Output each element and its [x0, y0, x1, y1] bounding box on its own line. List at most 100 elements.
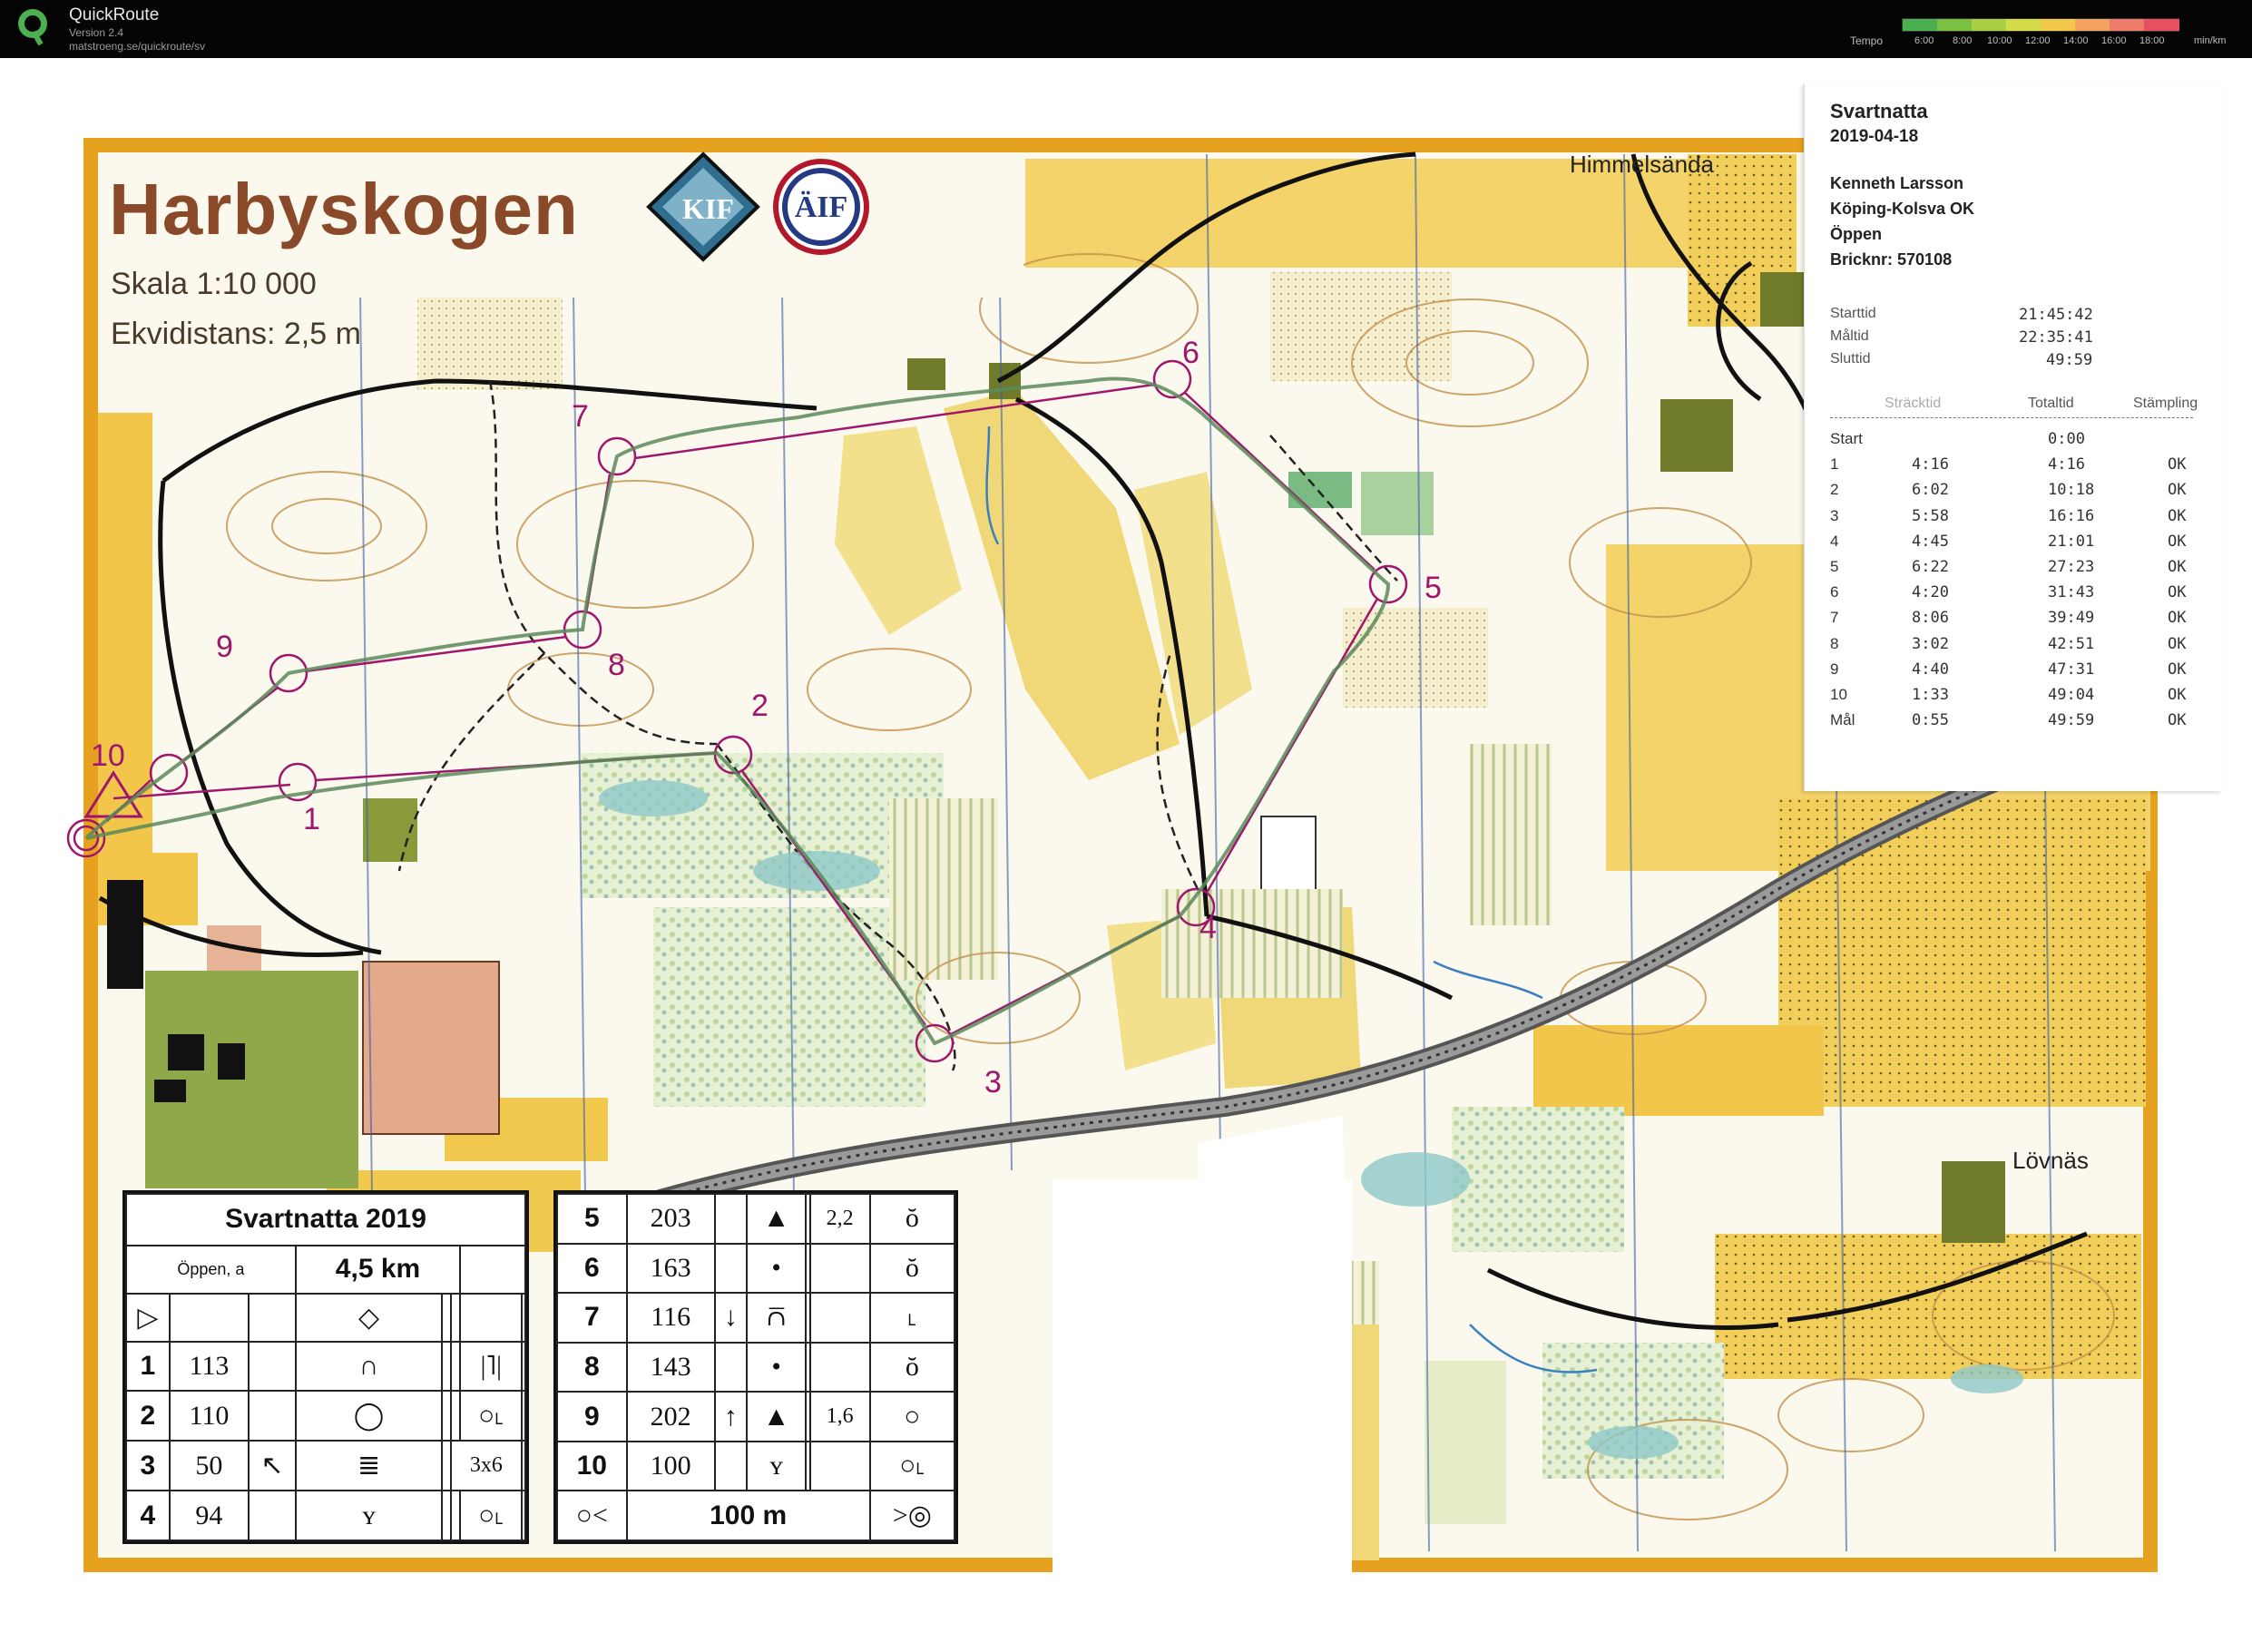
tempo-scale-segment	[2110, 19, 2145, 31]
desc-control-code: 116	[625, 1292, 716, 1344]
aif-logo-text: ÄIF	[794, 191, 848, 224]
desc-direction-symbol: ↑	[713, 1391, 748, 1442]
slip-total-time: 4:16	[2048, 455, 2085, 474]
desc-location-symbol: ŏ	[868, 1242, 956, 1295]
slip-control: 6	[1830, 583, 1839, 601]
desc-location-symbol: ˪	[868, 1292, 956, 1344]
tempo-scale-segment	[1937, 19, 1973, 31]
slip-control: Start	[1830, 430, 1863, 447]
slip-status: OK	[2168, 506, 2187, 525]
slip-club: Köping-Kolsva OK	[1830, 200, 1975, 218]
tempo-tick: 16:00	[2101, 35, 2127, 46]
desc-control-code: 143	[625, 1341, 716, 1393]
orienteering-map[interactable]: Harbyskogen KIF ÄIF Skala 1:10 000 Ekvid…	[0, 58, 2252, 1652]
slip-class: Öppen	[1830, 225, 1882, 243]
desc-location-symbol: ○˪	[459, 1390, 524, 1442]
slip-status: OK	[2168, 532, 2187, 551]
slip-leg-time: 4:45	[1912, 532, 1949, 551]
finish-circle-icon: >◎	[868, 1490, 956, 1541]
slip-status: OK	[2168, 711, 2187, 730]
slip-leg-time: 0:55	[1912, 711, 1949, 730]
slip-leg-time: 6:02	[1912, 481, 1949, 500]
tempo-scale-segment	[1972, 19, 2007, 31]
desc-control-code: 163	[625, 1242, 716, 1295]
desc-feature-symbol: ∩	[294, 1340, 444, 1393]
tempo-color-scale	[1902, 18, 2179, 32]
app-header: QuickRoute Version 2.4 matstroeng.se/qui…	[0, 0, 2252, 58]
slip-starttid-label: Starttid	[1830, 306, 1876, 321]
slip-maltid-label: Måltid	[1830, 328, 1869, 344]
control-number: 9	[216, 630, 233, 664]
slip-maltid: 22:35:41	[2019, 328, 2093, 347]
desc-control-number: 10	[556, 1440, 628, 1492]
map-contour-interval: Ekvidistans: 2,5 m	[111, 317, 361, 351]
desc-dimension: 1,6	[808, 1391, 871, 1442]
tempo-tick: 18:00	[2139, 35, 2165, 46]
desc-control-code: 50	[168, 1440, 250, 1492]
kif-logo-text: KIF	[682, 192, 734, 225]
slip-leg-time: 5:58	[1912, 506, 1949, 525]
slip-leg-time: 4:40	[1912, 660, 1949, 679]
slip-control: 1	[1830, 455, 1839, 474]
desc-control-number: 5	[556, 1193, 628, 1245]
desc-feature-symbol: •	[745, 1341, 808, 1393]
slip-control: 8	[1830, 634, 1839, 652]
tempo-label: Tempo	[1850, 34, 1884, 47]
slip-total-time: 31:43	[2048, 583, 2095, 602]
finish-start-circle-icon: ○<	[556, 1490, 628, 1541]
control-number: 7	[572, 399, 589, 434]
slip-starttid: 21:45:42	[2019, 306, 2093, 324]
slip-control: Mål	[1830, 711, 1855, 729]
slip-total-time: 27:23	[2048, 558, 2095, 576]
start-triangle-icon: ▷	[125, 1292, 171, 1343]
slip-status: OK	[2168, 455, 2187, 474]
tempo-tick: 10:00	[1987, 35, 2012, 46]
slip-total-time: 47:31	[2048, 660, 2095, 679]
desc-direction-symbol	[713, 1341, 748, 1393]
tempo-tick: 6:00	[1914, 35, 1934, 46]
slip-event: Svartnatta	[1830, 100, 1928, 122]
desc-control-number: 7	[556, 1292, 628, 1344]
desc-direction-symbol: ↖	[248, 1440, 297, 1492]
tempo-scale-segment	[2041, 19, 2076, 31]
app-version: Version 2.4	[69, 26, 124, 39]
slip-control: 4	[1830, 532, 1839, 550]
slip-total-time: 16:16	[2048, 506, 2095, 525]
tempo-tick: 14:00	[2063, 35, 2089, 46]
desc-direction-symbol	[713, 1193, 748, 1245]
slip-status: OK	[2168, 583, 2187, 602]
desc-location-symbol: ŏ	[868, 1341, 956, 1393]
control-number: 4	[1199, 911, 1217, 945]
app-name: QuickRoute	[69, 5, 160, 24]
slip-control: 9	[1830, 660, 1839, 678]
app-url[interactable]: matstroeng.se/quickroute/sv	[69, 40, 205, 53]
desc-feature-symbol: ʏ	[294, 1490, 444, 1541]
desc-control-number: 8	[556, 1341, 628, 1393]
tempo-tick: 12:00	[2025, 35, 2051, 46]
desc-feature-symbol: •	[745, 1242, 808, 1295]
desc-direction-symbol	[713, 1242, 748, 1295]
desc-dimension: 3x6	[449, 1440, 524, 1492]
slip-status: OK	[2168, 660, 2187, 679]
slip-leg-time: 4:16	[1912, 455, 1949, 474]
slip-total-time: 0:00	[2048, 430, 2085, 448]
desc-feature-symbol: ≣	[294, 1440, 444, 1492]
tempo-scale-segment	[2075, 19, 2110, 31]
tempo-tick: 8:00	[1953, 35, 1973, 46]
desc-control-code: 203	[625, 1193, 716, 1245]
control-description-left: Svartnatta 2019 Öppen, a 4,5 km ▷ ◇ 1 11…	[122, 1190, 529, 1544]
desc-control-code: 100	[625, 1440, 716, 1492]
control-number: 6	[1182, 336, 1199, 370]
result-slip: Svartnatta 2019-04-18 Kenneth Larsson Kö…	[1804, 83, 2222, 791]
control-number: 1	[303, 802, 320, 836]
control-number: 8	[608, 648, 625, 682]
slip-runner-name: Kenneth Larsson	[1830, 174, 1964, 192]
description-event: Svartnatta 2019	[125, 1193, 526, 1246]
slip-sluttid: 49:59	[2046, 351, 2093, 369]
desc-control-number: 2	[125, 1390, 171, 1442]
map-scale: Skala 1:10 000	[111, 267, 317, 301]
quickroute-logo-icon	[18, 9, 47, 46]
tempo-scale-segment	[2144, 19, 2179, 31]
slip-total-time: 49:59	[2048, 711, 2095, 730]
control-number: 10	[91, 738, 125, 773]
